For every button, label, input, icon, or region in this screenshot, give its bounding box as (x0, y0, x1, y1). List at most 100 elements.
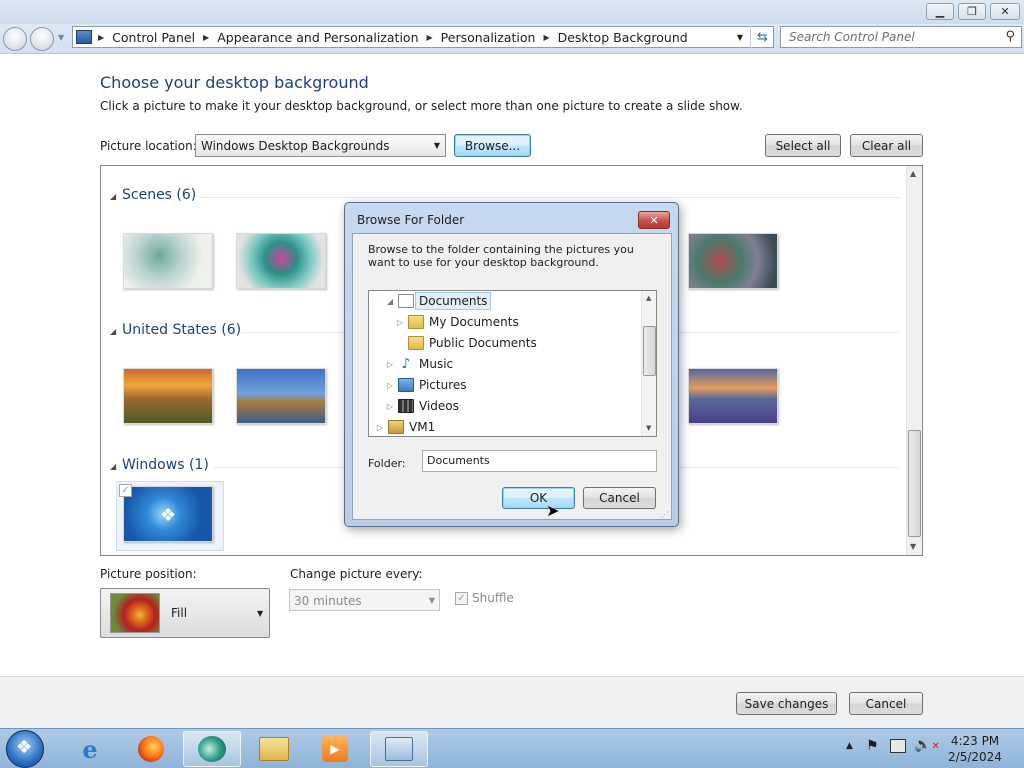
chevron-right-icon: ▶ (426, 32, 433, 42)
wallpaper-thumbnail[interactable] (123, 368, 213, 424)
network-icon[interactable] (890, 739, 906, 753)
recent-pages-dropdown-icon[interactable]: ▼ (58, 33, 64, 42)
breadcrumb-control-panel[interactable]: Control Panel (112, 30, 195, 45)
collapse-united-states-icon[interactable]: ◢ (110, 327, 116, 336)
scroll-thumb[interactable] (908, 430, 921, 537)
breadcrumb-personalization[interactable]: Personalization (441, 30, 536, 45)
page-subtitle: Click a picture to make it your desktop … (100, 99, 743, 113)
tree-scrollbar[interactable]: ▲ ▼ (641, 291, 656, 436)
wallpaper-thumbnail[interactable]: ❖ (123, 486, 213, 542)
search-input[interactable]: Search Control Panel ⚲ (780, 26, 1022, 48)
address-bar[interactable]: ▶ Control Panel ▶ Appearance and Persona… (72, 26, 774, 48)
group-title-united-states[interactable]: United States (6) (122, 322, 241, 338)
maximize-button[interactable]: ❐ (958, 3, 986, 20)
tree-item-my-documents[interactable]: ▷ My Documents (395, 312, 519, 332)
action-center-flag-icon[interactable]: ⚑ (866, 738, 879, 754)
picture-position-select[interactable]: Fill ▼ (100, 588, 270, 638)
tree-item-music[interactable]: ▷ ♪ Music (385, 354, 453, 374)
wallpaper-checkbox[interactable]: ✓ (119, 484, 132, 497)
minimize-button[interactable]: ▁ (926, 3, 954, 20)
folder-icon (259, 737, 289, 761)
search-icon[interactable]: ⚲ (1005, 29, 1015, 44)
breadcrumb-appearance[interactable]: Appearance and Personalization (217, 30, 418, 45)
tree-item-videos[interactable]: ▷ Videos (385, 396, 459, 416)
system-clock[interactable]: 4:23 PM 2/5/2024 (940, 733, 1010, 765)
tree-item-documents[interactable]: ◢ Documents (385, 291, 492, 311)
refresh-button[interactable]: ⇆ (750, 26, 774, 48)
chevron-down-icon: ▼ (428, 596, 435, 605)
dialog-close-button[interactable]: ✕ (638, 211, 670, 229)
cancel-button[interactable]: Cancel (849, 692, 923, 715)
show-hidden-icons-icon[interactable]: ▲ (846, 741, 853, 751)
change-picture-value: 30 minutes (294, 594, 362, 608)
select-all-button[interactable]: Select all (765, 134, 841, 157)
group-title-windows[interactable]: Windows (1) (122, 457, 209, 473)
save-changes-button[interactable]: Save changes (736, 692, 837, 715)
volume-muted-icon[interactable]: 🔈✕ (914, 737, 940, 753)
change-picture-select[interactable]: 30 minutes ▼ (289, 589, 440, 611)
dialog-instructions: Browse to the folder containing the pict… (368, 243, 634, 269)
music-note-icon: ♪ (401, 356, 411, 372)
collapse-windows-icon[interactable]: ◢ (110, 462, 116, 471)
collapsed-arrow-icon[interactable]: ▷ (385, 402, 395, 411)
wallpaper-thumbnail[interactable] (688, 233, 778, 289)
checkmark-icon: ✓ (121, 485, 130, 496)
taskbar-firefox[interactable] (122, 731, 180, 767)
collapsed-arrow-icon[interactable]: ▷ (385, 381, 395, 390)
tree-item-label: Music (419, 357, 454, 371)
close-button[interactable]: ✕ (990, 3, 1020, 20)
shuffle-checkbox[interactable]: ✓ Shuffle (455, 591, 514, 605)
scroll-down-icon[interactable]: ▼ (910, 542, 916, 551)
chevron-right-icon: ▶ (203, 32, 210, 42)
mouse-cursor-icon: ➤ (546, 501, 560, 520)
scroll-up-icon[interactable]: ▲ (910, 169, 916, 178)
media-player-icon: ▶ (322, 736, 348, 762)
collapsed-arrow-icon[interactable]: ▷ (395, 318, 405, 327)
wallpaper-thumbnail[interactable] (236, 233, 326, 289)
page-title: Choose your desktop background (100, 73, 369, 92)
scroll-down-icon[interactable]: ▼ (646, 424, 651, 432)
dialog-cancel-button[interactable]: Cancel (583, 487, 656, 509)
internet-explorer-icon: e (82, 734, 98, 764)
expanded-arrow-icon[interactable]: ◢ (385, 297, 395, 306)
tree-item-vm1[interactable]: ▷ VM1 (375, 417, 435, 436)
pictures-icon (398, 378, 414, 392)
folder-icon (408, 315, 424, 329)
picture-location-value: Windows Desktop Backgrounds (201, 139, 390, 153)
taskbar-windows-explorer[interactable] (245, 731, 303, 767)
back-button[interactable] (3, 27, 27, 51)
folder-tree[interactable]: ◢ Documents ▷ My Documents Public Docume… (368, 290, 657, 437)
taskbar-internet-explorer[interactable]: e (61, 731, 119, 767)
refresh-icon: ⇆ (757, 29, 768, 45)
dialog-body: Browse to the folder containing the pict… (352, 233, 672, 520)
wallpaper-thumbnail[interactable] (688, 368, 778, 424)
collapse-scenes-icon[interactable]: ◢ (110, 192, 116, 201)
user-folder-icon (388, 420, 404, 434)
chevron-right-icon: ▶ (543, 32, 550, 42)
taskbar-media-center[interactable] (183, 731, 241, 767)
folder-input[interactable]: Documents (422, 450, 657, 472)
resize-grip-icon[interactable]: ⋰ (661, 510, 669, 519)
breadcrumb-desktop-background[interactable]: Desktop Background (558, 30, 688, 45)
clear-all-button[interactable]: Clear all (850, 134, 923, 157)
tree-item-public-documents[interactable]: Public Documents (395, 333, 537, 353)
tree-item-pictures[interactable]: ▷ Pictures (385, 375, 467, 395)
scroll-thumb[interactable] (643, 326, 656, 376)
collapsed-arrow-icon[interactable]: ▷ (375, 423, 385, 432)
ok-button[interactable]: OK (502, 487, 575, 509)
dialog-title: Browse For Folder (357, 213, 465, 227)
gallery-scrollbar[interactable]: ▲ ▼ (906, 166, 922, 555)
browse-button[interactable]: Browse... (454, 134, 531, 157)
taskbar-media-player[interactable]: ▶ (306, 731, 364, 767)
picture-location-select[interactable]: Windows Desktop Backgrounds ▼ (195, 134, 446, 157)
scroll-up-icon[interactable]: ▲ (646, 294, 651, 302)
chevron-down-icon: ▼ (433, 141, 440, 150)
wallpaper-thumbnail[interactable] (123, 233, 213, 289)
taskbar-control-panel[interactable] (370, 731, 428, 767)
start-button[interactable]: ❖ (6, 730, 44, 768)
forward-button[interactable] (30, 27, 54, 51)
wallpaper-thumbnail[interactable] (236, 368, 326, 424)
group-title-scenes[interactable]: Scenes (6) (122, 187, 196, 203)
collapsed-arrow-icon[interactable]: ▷ (385, 360, 395, 369)
address-dropdown-icon[interactable]: ▼ (737, 33, 743, 42)
